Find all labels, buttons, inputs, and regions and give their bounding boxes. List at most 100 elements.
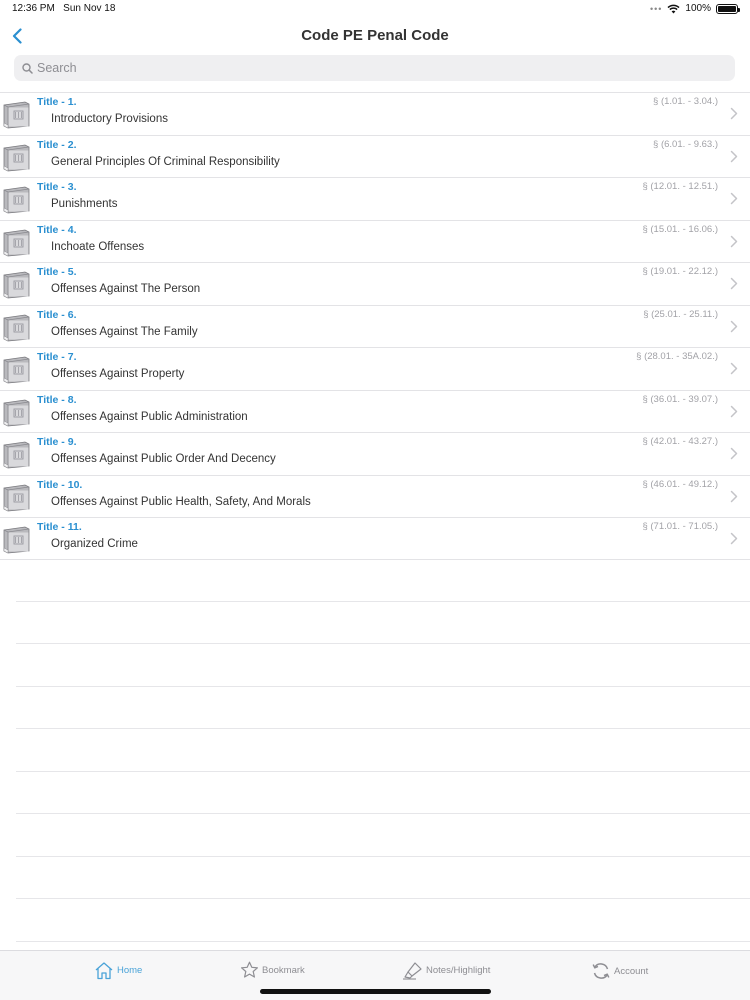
title-number: Title - 7.: [37, 351, 77, 363]
chevron-right-icon: [730, 532, 738, 545]
title-number: Title - 3.: [37, 181, 77, 193]
title-name: Organized Crime: [51, 538, 138, 550]
page-title: Code PE Penal Code: [301, 27, 449, 44]
section-range: § (42.01. - 43.27.): [642, 436, 718, 447]
home-indicator[interactable]: [260, 989, 491, 994]
search-icon: [20, 61, 34, 75]
title-row[interactable]: Title - 2. General Principles Of Criminal…: [0, 134, 750, 178]
section-range: § (12.01. - 12.51.): [642, 181, 718, 192]
book-icon: [2, 356, 31, 384]
book-icon: [2, 144, 31, 172]
title-row[interactable]: Title - 6. Offenses Against The Family § (…: [0, 304, 750, 348]
title-number: Title - 9.: [37, 436, 77, 448]
chevron-right-icon: [730, 192, 738, 205]
title-name: Offenses Against Public Health, Safety, …: [51, 495, 311, 508]
status-time: 12:36 PM: [12, 3, 55, 14]
title-row[interactable]: Title - 4. Inchoate Offenses § (15.01. - 1…: [0, 219, 750, 263]
book-icon: [2, 484, 31, 512]
title-name: Inchoate Offenses: [51, 240, 145, 253]
section-range: § (46.01. - 49.12.): [642, 478, 718, 490]
title-name: Introductory Provisions: [51, 113, 168, 125]
title-row[interactable]: Title - 11. Organized Crime § (71.01. - 71…: [0, 517, 750, 560]
title-name: Offenses Against Public Administration: [51, 410, 248, 423]
chevron-right-icon: [730, 150, 738, 163]
status-date: Sun Nov 18: [63, 3, 116, 14]
search-input[interactable]: [37, 61, 717, 75]
chevron-right-icon: [730, 235, 738, 248]
title-name: General Principles Of Criminal Responsib…: [51, 155, 280, 168]
empty-row: [16, 602, 750, 644]
multitasking-dots-icon: •••: [649, 3, 663, 14]
battery-percent: 100%: [685, 3, 711, 14]
empty-row: [16, 729, 750, 772]
tab-notes-highlight[interactable]: Notes/Highlight: [402, 961, 490, 980]
title-number: Title - 11.: [37, 521, 82, 533]
battery-icon: [716, 3, 740, 14]
chevron-right-icon: [730, 320, 738, 333]
book-icon: [2, 186, 31, 214]
highlighter-icon: [403, 962, 422, 980]
tab-account-label: Account: [614, 965, 649, 977]
search-bar[interactable]: [14, 55, 735, 81]
section-range: § (19.01. - 22.12.): [642, 266, 718, 277]
empty-row: [16, 814, 750, 857]
title-number: Title - 8.: [37, 393, 77, 406]
section-range: § (36.01. - 39.07.): [642, 393, 718, 405]
section-range: § (1.01. - 3.04.): [653, 96, 718, 107]
title-number: Title - 2.: [37, 138, 77, 151]
title-name: Offenses Against Property: [51, 368, 185, 380]
status-bar: 12:36 PM Sun Nov 18 ••• 100%: [0, 0, 750, 18]
title-name: Offenses Against Public Order And Decenc…: [51, 453, 276, 465]
tab-account[interactable]: Account: [591, 961, 648, 981]
book-icon: [2, 399, 31, 427]
empty-list-area: [16, 559, 750, 942]
status-time-date: 12:36 PM Sun Nov 18: [12, 3, 115, 14]
tab-bookmark[interactable]: Bookmark: [240, 961, 305, 979]
title-row[interactable]: Title - 9. Offenses Against Public Order …: [0, 432, 750, 475]
section-range: § (71.01. - 71.05.): [642, 521, 718, 532]
section-range: § (6.01. - 9.63.): [653, 138, 718, 150]
status-indicators: ••• 100%: [649, 3, 740, 14]
title-row[interactable]: Title - 8. Offenses Against Public Admini…: [0, 389, 750, 433]
title-row[interactable]: Title - 1. Introductory Provisions § (1.01…: [0, 92, 750, 135]
book-icon: [2, 271, 31, 299]
wifi-icon: [667, 4, 680, 13]
battery-level: [718, 5, 736, 12]
chevron-right-icon: [730, 277, 738, 290]
empty-row: [16, 899, 750, 942]
book-icon: [2, 441, 31, 469]
tab-home-label: Home: [117, 965, 143, 976]
title-row[interactable]: Title - 7. Offenses Against Property § (28…: [0, 347, 750, 390]
book-icon: [2, 314, 31, 342]
home-icon: [95, 962, 113, 980]
star-icon: [241, 961, 258, 978]
chevron-right-icon: [730, 405, 738, 418]
tab-home[interactable]: Home: [94, 961, 142, 980]
empty-row: [16, 644, 750, 687]
title-row[interactable]: Title - 10. Offenses Against Public Healt…: [0, 474, 750, 518]
title-number: Title - 4.: [37, 223, 77, 236]
chevron-right-icon: [730, 447, 738, 460]
chevron-right-icon: [730, 107, 738, 120]
title-name: Offenses Against The Family: [51, 325, 198, 338]
empty-row: [16, 772, 750, 814]
tab-notes-highlight-label: Notes/Highlight: [426, 965, 491, 976]
title-row[interactable]: Title - 5. Offenses Against The Person § (…: [0, 262, 750, 305]
chevron-right-icon: [730, 362, 738, 375]
book-icon: [2, 526, 31, 554]
title-list: Title - 1. Introductory Provisions § (1.01…: [0, 92, 750, 560]
chevron-right-icon: [730, 490, 738, 503]
section-range: § (25.01. - 25.11.): [643, 308, 718, 320]
title-number: Title - 6.: [37, 308, 77, 321]
empty-row: [16, 857, 750, 899]
title-name: Offenses Against The Person: [51, 283, 201, 295]
section-range: § (15.01. - 16.06.): [642, 223, 718, 235]
empty-row: [16, 687, 750, 729]
book-icon: [2, 101, 31, 129]
title-number: Title - 1.: [37, 96, 77, 108]
refresh-icon: [592, 963, 610, 979]
title-row[interactable]: Title - 3. Punishments § (12.01. - 12.51.): [0, 177, 750, 220]
tab-bookmark-label: Bookmark: [262, 964, 305, 976]
navigation-bar: Code PE Penal Code: [0, 18, 750, 54]
title-number: Title - 5.: [37, 266, 77, 278]
